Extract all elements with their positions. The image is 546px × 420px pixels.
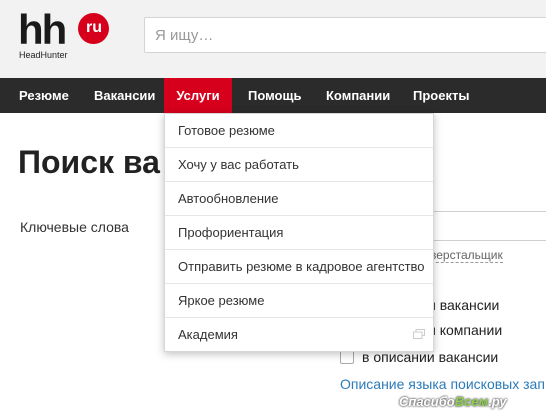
dropdown-item-send-to-agency[interactable]: Отправить резюме в кадровое агентство <box>165 250 433 284</box>
watermark-part-1: Спасибо <box>399 394 455 409</box>
keywords-input[interactable] <box>420 211 546 241</box>
nav-item-projects[interactable]: Проекты <box>413 78 469 113</box>
logo-subtitle: HeadHunter <box>19 50 68 60</box>
dropdown-item-want-to-work[interactable]: Хочу у вас работать <box>165 148 433 182</box>
logo-text: hh <box>18 6 67 53</box>
dropdown-item-auto-update[interactable]: Автообновление <box>165 182 433 216</box>
dropdown-item-ready-resume[interactable]: Готовое резюме <box>165 114 433 148</box>
watermark-part-3: .ру <box>488 394 507 409</box>
external-link-icon <box>413 329 425 339</box>
nav-item-companies[interactable]: Компании <box>326 78 390 113</box>
search-input[interactable] <box>144 17 546 53</box>
dropdown-item-academy[interactable]: Академия <box>165 318 433 352</box>
search-language-link[interactable]: Описание языка поисковых зап <box>340 376 545 392</box>
watermark: СпасибоВсем.ру <box>399 394 507 409</box>
nav-item-services[interactable]: Услуги <box>164 78 232 113</box>
nav-item-help[interactable]: Помощь <box>248 78 301 113</box>
main-nav: Резюме Вакансии Услуги Помощь Компании П… <box>0 78 546 113</box>
academy-label: Академия <box>178 327 238 342</box>
description-checkbox[interactable] <box>340 350 354 364</box>
watermark-part-2: Всем <box>454 394 489 409</box>
keywords-label: Ключевые слова <box>20 219 129 235</box>
nav-item-resume[interactable]: Резюме <box>19 78 69 113</box>
option-label-vacancy-title: и вакансии <box>428 297 500 313</box>
site-header: hh ru HeadHunter <box>0 0 546 78</box>
dropdown-item-bright-resume[interactable]: Яркое резюме <box>165 284 433 318</box>
services-dropdown: Готовое резюме Хочу у вас работать Автоо… <box>164 113 434 352</box>
dropdown-item-career-guidance[interactable]: Профориентация <box>165 216 433 250</box>
option-label-company-name: и компании <box>428 322 503 338</box>
nav-item-vacancies[interactable]: Вакансии <box>94 78 155 113</box>
page-title: Поиск ва <box>18 144 160 180</box>
keywords-example-link[interactable]: -верстальщик <box>426 249 503 263</box>
logo-badge-text: ru <box>86 19 102 36</box>
headhunter-logo[interactable]: hh ru HeadHunter <box>18 6 109 60</box>
